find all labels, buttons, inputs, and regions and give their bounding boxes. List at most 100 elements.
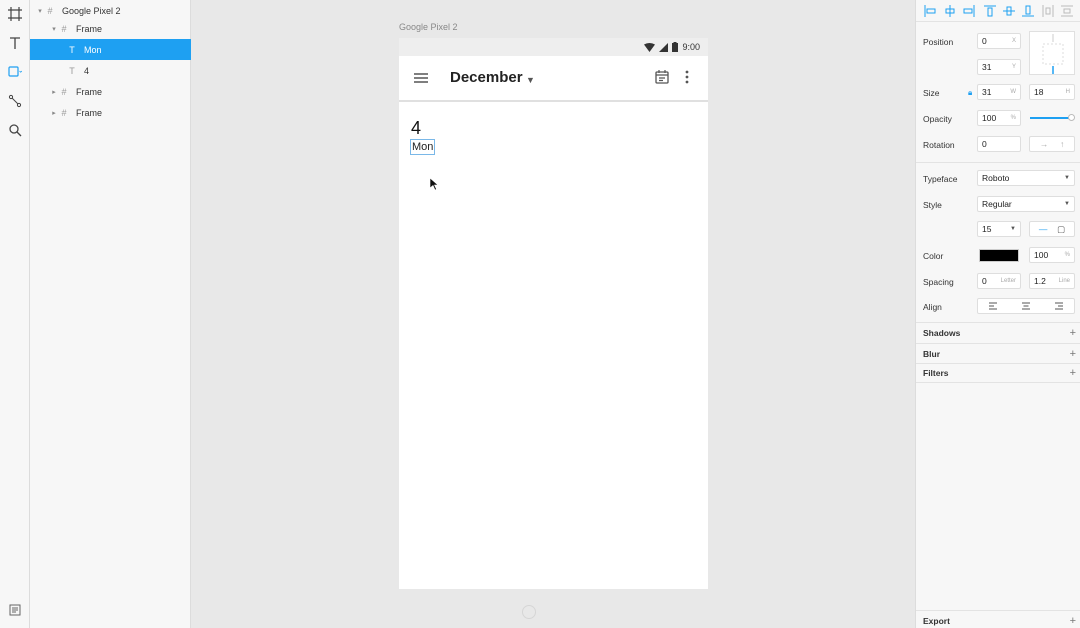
frame-icon: # (61, 107, 67, 118)
artboard-google-pixel-2[interactable]: 9:00 December ▼ 4 Mon (399, 38, 708, 589)
canvas[interactable]: Google Pixel 2 9:00 December ▼ 4 Mon (191, 0, 915, 628)
status-bar: 9:00 (399, 38, 708, 56)
font-size-value: 15 (982, 224, 992, 234)
layer-text-4[interactable]: T 4 (30, 60, 191, 81)
flip-vertical-icon[interactable]: ↑ (1060, 139, 1064, 149)
align-bottom-icon[interactable] (1022, 5, 1034, 17)
day-name[interactable]: Mon (410, 139, 436, 155)
color-opacity-input[interactable]: 100 % (1029, 247, 1075, 263)
color-swatch[interactable] (979, 249, 1019, 262)
divider (916, 162, 1080, 163)
chevron-down-icon[interactable]: ▾ (50, 25, 58, 33)
layer-label: Frame (76, 86, 103, 97)
align-left-icon[interactable] (924, 5, 936, 17)
shadows-section[interactable]: Shadows + (916, 322, 1080, 342)
opacity-slider-handle[interactable] (1068, 114, 1075, 121)
layer-frame[interactable]: ▸ # Frame (30, 81, 191, 102)
font-style-select[interactable]: Regular ▼ (977, 196, 1075, 212)
typeface-select[interactable]: Roboto ▼ (977, 170, 1075, 186)
color-opacity-unit: % (1064, 252, 1070, 258)
font-style-value: Regular (982, 199, 1012, 209)
position-label: Position (923, 37, 954, 47)
blur-label: Blur (923, 348, 940, 359)
chevron-down-icon[interactable]: ▾ (36, 7, 44, 15)
add-shadow-icon[interactable]: + (1070, 327, 1076, 339)
size-height-input[interactable]: 18 H (1029, 84, 1075, 100)
more-vert-icon[interactable] (684, 69, 690, 85)
position-x-unit: X (1011, 38, 1016, 44)
distribute-horizontal-icon[interactable] (1042, 5, 1054, 17)
frame-icon: # (47, 5, 53, 16)
align-center-h-icon[interactable] (944, 5, 956, 17)
blur-section[interactable]: Blur + (916, 343, 1080, 363)
text-align-center-icon[interactable] (1021, 302, 1031, 310)
layers-panel: ▾ # Google Pixel 2 ▾ # Frame T Mon T 4 ▸… (30, 0, 191, 628)
menu-icon[interactable] (413, 72, 429, 84)
constraints-widget[interactable] (1029, 31, 1075, 75)
letter-spacing-input[interactable]: 0 Letter (977, 273, 1021, 289)
filters-label: Filters (923, 368, 949, 378)
flip-horizontal-icon[interactable]: → (1040, 139, 1049, 149)
letter-spacing-value: 0 (982, 276, 987, 286)
chevron-right-icon[interactable]: ▸ (50, 88, 58, 96)
text-tool-icon[interactable] (4, 32, 26, 54)
chevron-right-icon[interactable]: ▸ (50, 109, 58, 117)
auto-width-icon[interactable]: — (1039, 224, 1048, 234)
text-align-right-icon[interactable] (1053, 302, 1063, 310)
text-sizing-buttons: — ▢ (1029, 221, 1075, 237)
position-y-value: 31 (982, 62, 992, 72)
flip-buttons: → ↑ (1029, 136, 1075, 152)
lock-icon[interactable]: 🔒︎ (968, 88, 972, 98)
status-time: 9:00 (682, 42, 700, 52)
layer-label: Frame (76, 107, 103, 118)
position-x-value: 0 (982, 36, 987, 46)
position-y-input[interactable]: 31 Y (977, 59, 1021, 75)
text-align-group (977, 298, 1075, 314)
text-layer-icon: T (69, 65, 75, 76)
align-right-icon[interactable] (963, 5, 975, 17)
position-x-input[interactable]: 0 X (977, 33, 1021, 49)
day-number[interactable]: 4 (411, 118, 421, 139)
add-export-icon[interactable]: + (1070, 615, 1076, 627)
layer-frame[interactable]: ▸ # Frame (30, 102, 191, 123)
filters-section[interactable]: Filters + (916, 363, 1080, 383)
chevron-down-icon: ▼ (1010, 226, 1016, 232)
search-icon[interactable] (4, 119, 26, 141)
size-height-unit: H (1065, 89, 1070, 95)
layer-frame[interactable]: ▾ # Frame (30, 18, 191, 39)
battery-icon (672, 42, 679, 52)
fixed-size-icon[interactable]: ▢ (1057, 224, 1065, 235)
app-title[interactable]: December (450, 69, 523, 86)
artboard-label[interactable]: Google Pixel 2 (399, 22, 458, 32)
size-width-input[interactable]: 31 W (977, 84, 1021, 100)
rotation-input[interactable]: 0 (977, 136, 1021, 152)
rotation-value: 0 (982, 139, 987, 149)
path-tool-icon[interactable] (4, 90, 26, 112)
font-size-select[interactable]: 15 ▼ (977, 221, 1021, 237)
align-top-icon[interactable] (984, 5, 996, 17)
add-filter-icon[interactable]: + (1070, 367, 1076, 379)
align-middle-icon[interactable] (1003, 5, 1015, 17)
distribute-vertical-icon[interactable] (1061, 5, 1073, 17)
size-width-value: 31 (982, 87, 992, 97)
add-blur-icon[interactable]: + (1070, 348, 1076, 360)
opacity-label: Opacity (923, 114, 952, 124)
layer-text-mon[interactable]: T Mon (30, 39, 191, 60)
docs-icon[interactable] (4, 599, 26, 621)
text-layer-icon: T (69, 44, 75, 55)
opacity-unit: % (1010, 115, 1016, 121)
export-section[interactable]: Export + (916, 610, 1080, 628)
calendar-icon[interactable] (654, 69, 670, 85)
dropdown-arrow-icon[interactable]: ▼ (526, 75, 535, 85)
layer-label: Mon (84, 44, 102, 55)
opacity-input[interactable]: 100 % (977, 110, 1021, 126)
app-bar: December ▼ (399, 56, 708, 102)
line-height-unit: Line (1058, 278, 1070, 284)
shape-tool-icon[interactable] (4, 61, 26, 83)
frame-tool-icon[interactable] (4, 3, 26, 25)
line-height-input[interactable]: 1.2 Line (1029, 273, 1075, 289)
text-align-left-icon[interactable] (989, 302, 999, 310)
canvas-indicator (522, 605, 536, 619)
size-label: Size (923, 88, 940, 98)
opacity-value: 100 (982, 113, 997, 123)
